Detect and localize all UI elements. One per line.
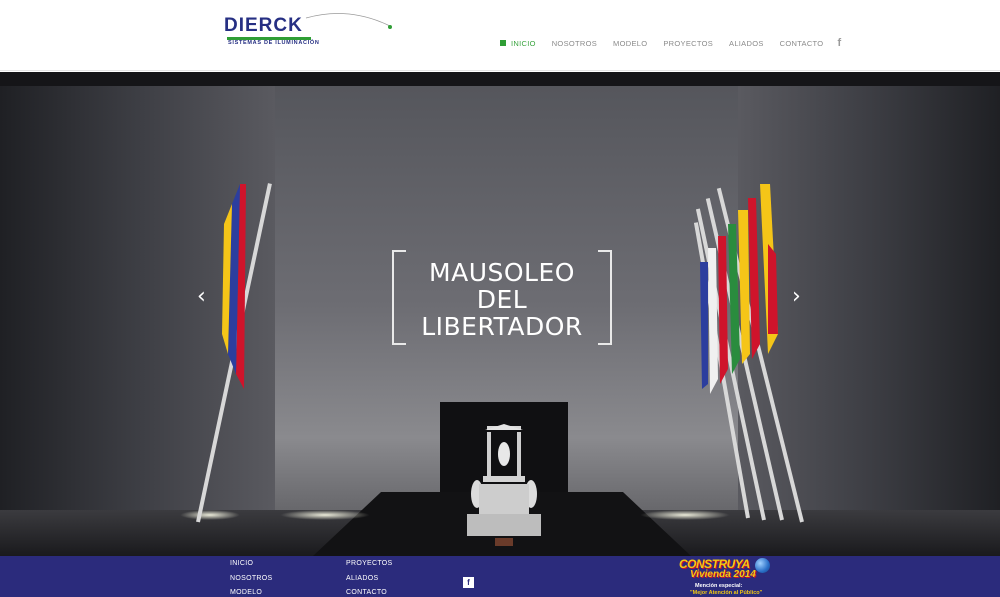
footer-link-inicio[interactable]: INICIO xyxy=(230,560,253,567)
hero-title-frame: MAUSOLEO DEL LIBERTADOR xyxy=(392,250,612,345)
footer-link-proyectos[interactable]: PROYECTOS xyxy=(346,560,393,567)
logo-tagline: SISTEMAS DE ILUMINACIÓN xyxy=(228,40,320,46)
hero-title-line-1: MAUSOLEO xyxy=(429,258,575,287)
dierck-logo[interactable]: DIERCK SISTEMAS DE ILUMINACIÓN xyxy=(224,10,394,50)
hero-slider: MAUSOLEO DEL LIBERTADOR ‹ › xyxy=(0,72,1000,556)
nav-inicio-label: INICIO xyxy=(511,38,536,48)
nav-aliados[interactable]: ALIADOS xyxy=(729,39,764,48)
floor-light xyxy=(180,510,240,520)
floor-light xyxy=(280,510,370,520)
footer-link-modelo[interactable]: MODELO xyxy=(230,589,262,596)
footer-link-contacto[interactable]: CONTACTO xyxy=(346,589,387,596)
chevron-left-icon[interactable]: ‹ xyxy=(197,286,213,308)
chevron-right-icon[interactable]: › xyxy=(792,286,808,308)
hero-title: MAUSOLEO DEL LIBERTADOR xyxy=(394,259,610,340)
venezuela-flag-icon xyxy=(222,184,246,389)
main-nav: INICIO NOSOTROS MODELO PROYECTOS ALIADOS… xyxy=(500,37,841,49)
nav-contacto[interactable]: CONTACTO xyxy=(780,39,824,48)
facebook-icon[interactable]: f xyxy=(463,577,474,588)
hero-title-line-2: DEL xyxy=(476,285,528,314)
site-header: DIERCK SISTEMAS DE ILUMINACIÓN INICIO NO… xyxy=(0,0,1000,71)
nav-nosotros[interactable]: NOSOTROS xyxy=(552,39,597,48)
footer-link-aliados[interactable]: ALIADOS xyxy=(346,575,378,582)
floor-light xyxy=(640,510,730,520)
badge-line-3: Mención especial: xyxy=(695,583,743,589)
hero-ceiling xyxy=(0,72,1000,86)
badge-line-4: "Mejor Atención al Público" xyxy=(690,590,763,596)
construya-vivienda-badge[interactable]: CONSTRUYA Vivienda 2014 Mención especial… xyxy=(676,556,774,597)
hero-title-line-3: LIBERTADOR xyxy=(421,312,583,341)
nav-modelo[interactable]: MODELO xyxy=(613,39,647,48)
logo-wordmark: DIERCK xyxy=(224,15,303,36)
active-bullet-icon xyxy=(500,40,506,46)
nav-proyectos[interactable]: PROYECTOS xyxy=(663,39,713,48)
facebook-icon[interactable]: f xyxy=(837,37,841,49)
logo-arc-icon xyxy=(305,13,392,29)
flags-group-icon xyxy=(700,184,778,394)
badge-line-2: Vivienda 2014 xyxy=(690,569,756,580)
sarcophagus-monument-icon xyxy=(467,424,541,546)
site-footer: INICIO NOSOTROS MODELO PROYECTOS ALIADOS… xyxy=(0,556,1000,597)
globe-icon xyxy=(755,558,770,573)
footer-link-nosotros[interactable]: NOSOTROS xyxy=(230,575,272,582)
nav-inicio[interactable]: INICIO xyxy=(500,39,536,48)
